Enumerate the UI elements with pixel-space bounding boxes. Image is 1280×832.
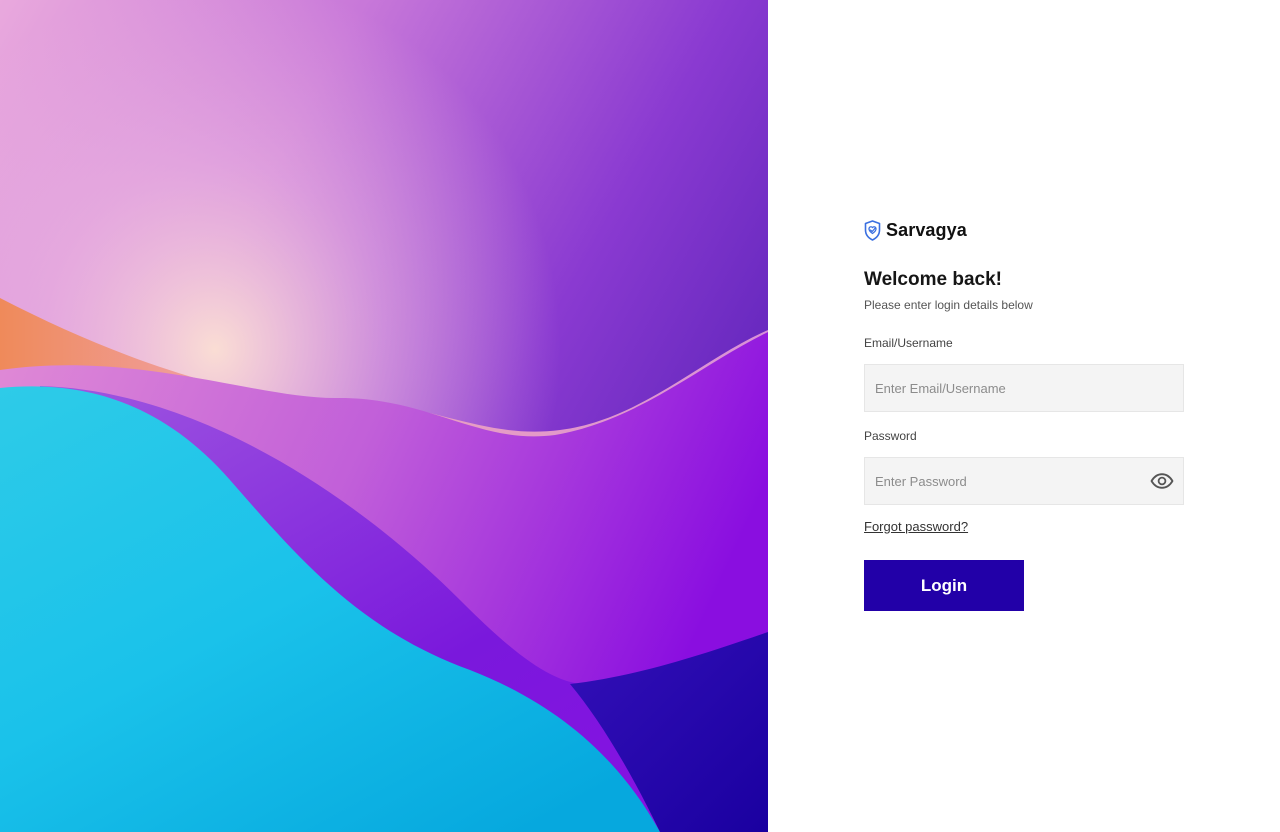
shield-icon bbox=[864, 219, 881, 241]
login-page: Sarvagya Welcome back! Please enter logi… bbox=[0, 0, 1280, 832]
login-button[interactable]: Login bbox=[864, 560, 1024, 611]
abstract-wave-illustration bbox=[0, 0, 768, 832]
page-title: Welcome back! bbox=[864, 269, 1002, 290]
forgot-password-link[interactable]: Forgot password? bbox=[864, 519, 968, 534]
login-form: Sarvagya Welcome back! Please enter logi… bbox=[864, 218, 1184, 611]
password-label: Password bbox=[864, 429, 917, 443]
email-field[interactable] bbox=[865, 365, 1183, 411]
password-field-container bbox=[864, 457, 1184, 505]
email-label: Email/Username bbox=[864, 336, 953, 350]
brand-name: Sarvagya bbox=[886, 219, 967, 240]
email-field-container bbox=[864, 364, 1184, 412]
page-subtitle: Please enter login details below bbox=[864, 298, 1033, 312]
hero-artwork bbox=[0, 0, 768, 832]
eye-icon[interactable] bbox=[1149, 470, 1175, 492]
login-panel: Sarvagya Welcome back! Please enter logi… bbox=[768, 0, 1280, 832]
brand: Sarvagya bbox=[864, 218, 1184, 242]
password-field[interactable] bbox=[865, 458, 1183, 504]
